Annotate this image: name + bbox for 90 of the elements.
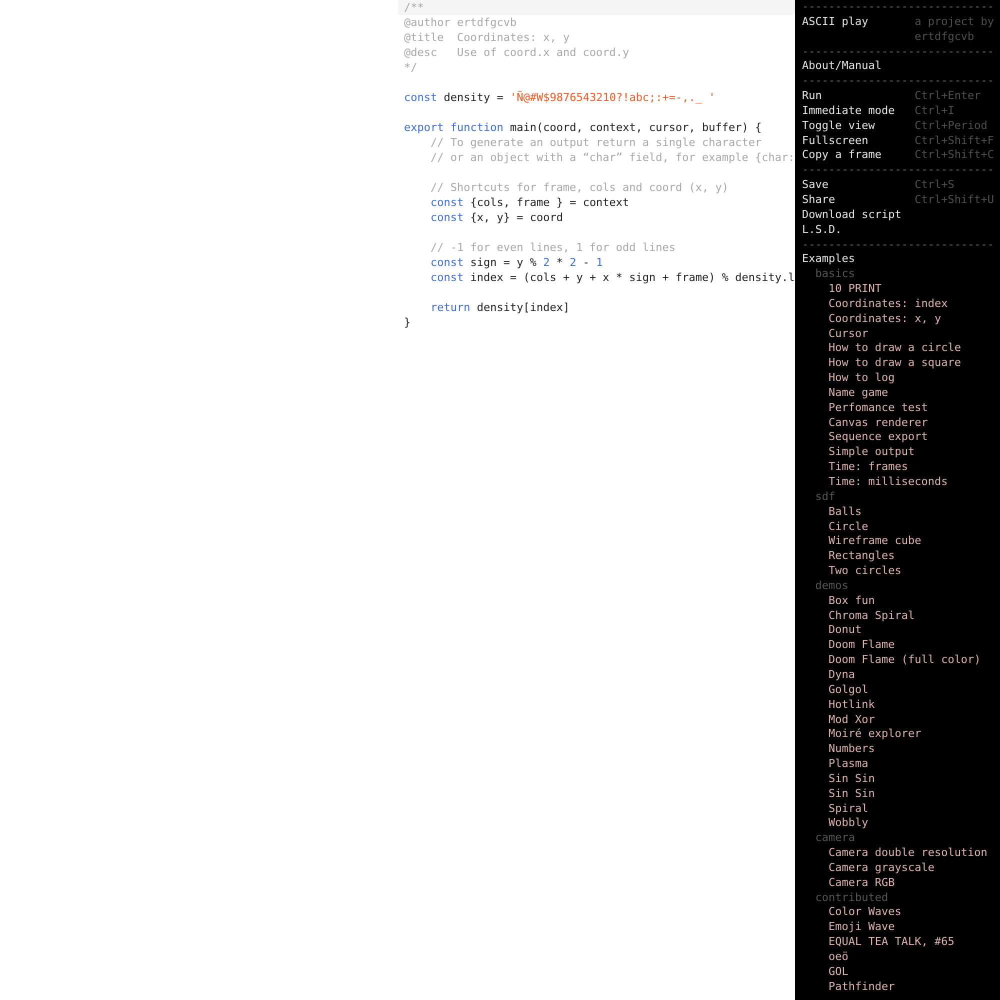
example-link[interactable]: Sequence export bbox=[802, 430, 928, 446]
dashed-divider: ----------------------------- bbox=[802, 238, 996, 252]
code-line: // Shortcuts for frame, cols and coord (x, y) bbox=[429, 180, 730, 195]
code-line: @author ertdfgcvb bbox=[403, 15, 518, 30]
dashed-divider: ----------------------------- bbox=[802, 163, 996, 178]
example-link[interactable]: Camera double resolution bbox=[802, 846, 988, 861]
category-label: sdf bbox=[814, 490, 836, 505]
example-link[interactable]: Wireframe cube bbox=[802, 534, 922, 550]
shortcut-text: Ctrl+Shift+C bbox=[914, 148, 996, 164]
example-link[interactable]: Wobbly bbox=[802, 816, 868, 832]
example-link[interactable]: Coordinates: x, y bbox=[802, 312, 942, 327]
example-link[interactable]: Doom Flame bbox=[802, 638, 895, 654]
dashed-divider: ----------------------------- bbox=[802, 74, 996, 90]
menu-item[interactable]: Share bbox=[802, 192, 915, 208]
example-link[interactable]: Sin Sin bbox=[802, 786, 875, 802]
example-link[interactable]: Chroma Spiral bbox=[802, 608, 915, 624]
shortcut-text: Ctrl+Period bbox=[914, 118, 988, 134]
menu-item[interactable]: Immediate mode bbox=[802, 104, 915, 119]
code-line: @title Coordinates: x, y bbox=[403, 30, 571, 45]
example-link[interactable]: Canvas renderer bbox=[802, 416, 928, 430]
example-link[interactable]: Coordinates: index bbox=[802, 296, 948, 312]
example-link[interactable]: Plasma bbox=[802, 757, 868, 772]
code-line: // -1 for even lines, 1 for odd lines bbox=[429, 240, 677, 255]
example-link[interactable]: Name game bbox=[802, 386, 888, 401]
category-label: demos bbox=[814, 578, 848, 594]
shortcut-text: Ctrl+Shift+U bbox=[914, 192, 996, 208]
menu-item[interactable]: ASCII play bbox=[802, 14, 915, 45]
shortcut-text: Ctrl+S bbox=[914, 178, 956, 193]
example-link[interactable]: Numbers bbox=[802, 742, 875, 758]
example-link[interactable]: Emoji Wave bbox=[802, 920, 895, 936]
code-line: */ bbox=[403, 60, 418, 75]
example-link[interactable]: Balls bbox=[802, 504, 862, 520]
code-line: const {x, y} = coord bbox=[429, 210, 564, 225]
menu-item[interactable]: Download script bbox=[802, 208, 915, 223]
example-link[interactable]: Camera grayscale bbox=[802, 860, 934, 876]
example-link[interactable]: Golgol bbox=[802, 682, 868, 698]
category-label: contributed bbox=[814, 890, 888, 906]
example-link[interactable]: Camera RGB bbox=[802, 876, 895, 891]
example-link[interactable]: Rectangles bbox=[802, 549, 895, 564]
code-line: const sign = y % 2 * 2 - 1 bbox=[429, 255, 604, 270]
example-link[interactable]: Simple output bbox=[802, 445, 915, 460]
example-link[interactable]: Pathfinder bbox=[802, 980, 895, 995]
example-link[interactable]: Hotlink bbox=[802, 698, 875, 712]
example-link[interactable]: Color Waves bbox=[802, 905, 902, 920]
shortcut-text: Ctrl+Enter bbox=[914, 89, 982, 104]
shortcut-text: Ctrl+Shift+F bbox=[914, 134, 996, 148]
menu-item[interactable]: L.S.D. bbox=[802, 222, 915, 238]
example-link[interactable]: GOL bbox=[802, 964, 848, 980]
menu-item[interactable]: Save bbox=[802, 178, 915, 193]
example-link[interactable]: Time: frames bbox=[802, 460, 908, 475]
menu-item[interactable]: Fullscreen bbox=[802, 134, 915, 148]
example-link[interactable]: Dyna bbox=[802, 668, 855, 683]
shortcut-text: a project by ertdfgcvb bbox=[914, 14, 996, 45]
example-link[interactable]: How to log bbox=[802, 371, 895, 386]
example-link[interactable]: Spiral bbox=[802, 802, 868, 816]
example-link[interactable]: Circle bbox=[802, 520, 868, 534]
example-link[interactable]: Box fun bbox=[802, 594, 875, 609]
category-label: camera bbox=[814, 831, 855, 846]
code-line: } bbox=[403, 315, 412, 330]
example-link[interactable]: Two circles bbox=[802, 564, 902, 579]
code-line: const density = 'Ñ@#W$9876543210?!abc;:+=-,._ ' bbox=[403, 90, 716, 105]
category-label: basics bbox=[814, 267, 855, 282]
example-link[interactable]: Donut bbox=[802, 623, 862, 638]
examples-heading: Examples bbox=[802, 252, 855, 268]
code-line: const index = (cols + y + x * sign + frame) % density.l bbox=[429, 270, 795, 285]
code-line: const {cols, frame } = context bbox=[429, 195, 630, 210]
menu-item[interactable]: Copy a frame bbox=[802, 148, 915, 164]
shortcut-text: Ctrl+I bbox=[914, 104, 956, 119]
example-link[interactable]: EQUAL TEA TALK, #65 bbox=[802, 935, 954, 950]
example-link[interactable]: 10 PRINT bbox=[802, 282, 882, 297]
code-line: return density[index] bbox=[429, 300, 571, 315]
code-line: // To generate an output return a single character bbox=[429, 135, 763, 150]
example-link[interactable]: Doom Flame (full color) bbox=[802, 653, 981, 668]
menu-item[interactable]: Toggle view bbox=[802, 118, 915, 134]
example-link[interactable]: oeö bbox=[802, 950, 848, 965]
example-link[interactable]: How to draw a square bbox=[802, 356, 961, 372]
menu-item[interactable]: Run bbox=[802, 89, 915, 104]
example-link[interactable]: Time: milliseconds bbox=[802, 475, 948, 490]
dashed-divider: ----------------------------- bbox=[802, 44, 996, 60]
example-link[interactable]: Perfomance test bbox=[802, 400, 928, 416]
example-link[interactable]: Sin Sin bbox=[802, 772, 875, 787]
dashed-divider: ----------------------------- bbox=[802, 0, 996, 15]
example-link[interactable]: Moiré explorer bbox=[802, 727, 922, 742]
example-link[interactable]: How to draw a circle bbox=[802, 341, 961, 356]
example-link[interactable]: Mod Xor bbox=[802, 712, 875, 728]
code-line: export function main(coord, context, cursor, buffer) { bbox=[403, 120, 763, 135]
code-line: @desc Use of coord.x and coord.y bbox=[403, 45, 630, 60]
example-link[interactable]: Cursor bbox=[802, 326, 868, 342]
menu-item[interactable]: About/Manual bbox=[802, 59, 915, 74]
code-line: // or an object with a “char” field, for example {char: bbox=[429, 150, 795, 165]
